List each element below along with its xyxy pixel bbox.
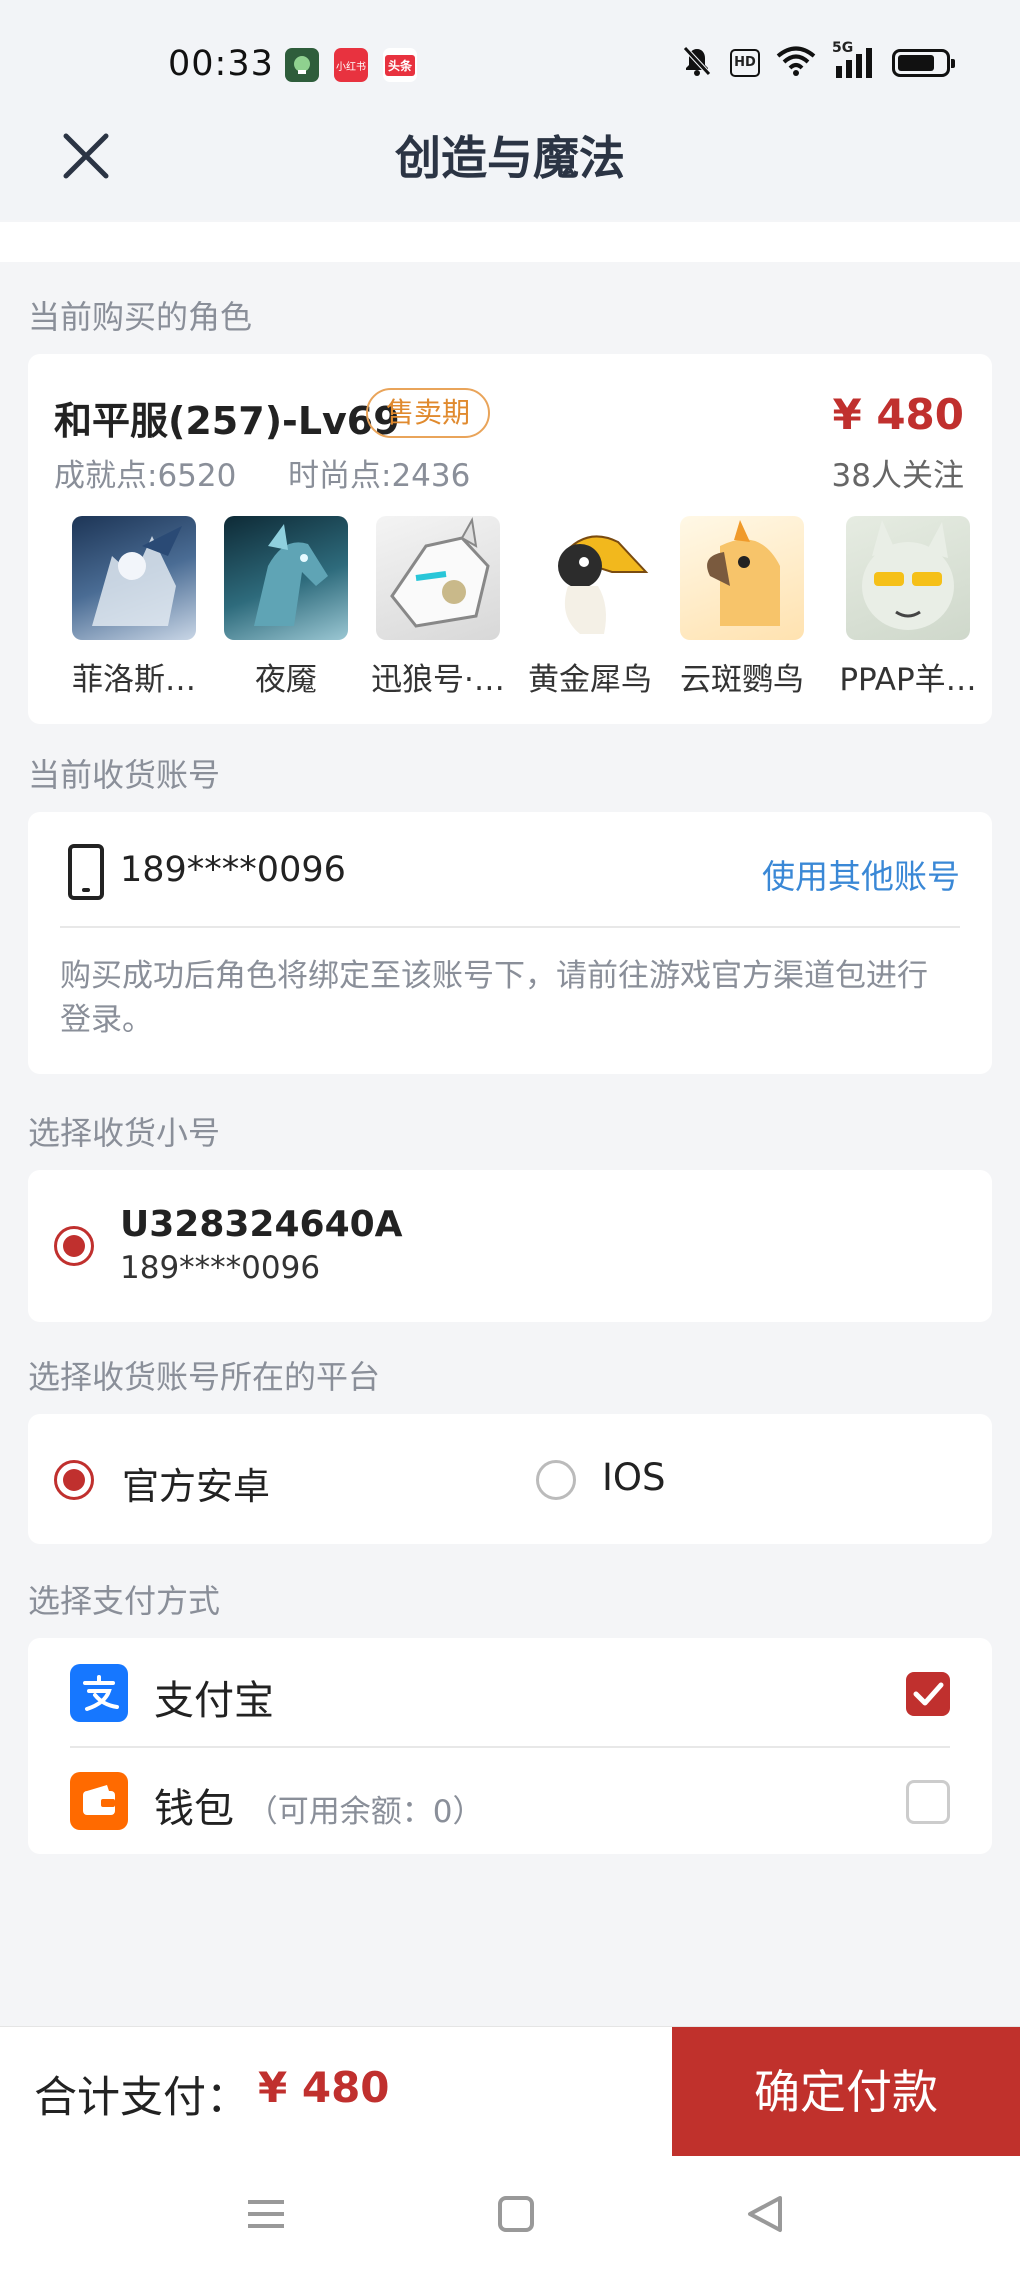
platform-label-ios[interactable]: IOS [602,1456,666,1499]
pet-list: 菲洛斯… 夜魇 迅狼号·… 黄金犀鸟 云斑鹦鸟 PPAP羊… [28,516,992,699]
payment-label: 钱包 （可用余额：0） [154,1786,484,1832]
wallet-icon [70,1772,128,1830]
platform-radio-ios[interactable] [536,1460,576,1500]
home-icon [498,2196,534,2232]
wolf-icon [376,516,500,640]
follower-count: 38人关注 [831,458,964,494]
page-title: 创造与魔法 [395,131,625,185]
section-label-sub-account: 选择收货小号 [28,1114,221,1152]
payment-option-wallet[interactable]: 钱包 （可用余额：0） [28,1748,992,1854]
status-bar: 00:33 小红书 头条 HD 5G [0,0,1020,120]
section-label-account: 当前收货账号 [28,756,221,794]
account-number: 189****0096 [120,850,346,890]
pet-item[interactable]: 云斑鹦鸟 [666,516,818,699]
use-other-account-link[interactable]: 使用其他账号 [762,850,960,898]
sub-account-card[interactable]: U328324640A 189****0096 [28,1170,992,1322]
title-bar: 创造与魔法 [0,120,1020,220]
sub-account-id: U328324640A [120,1204,403,1245]
section-label-payment: 选择支付方式 [28,1582,221,1620]
total-amount: ¥ 480 [258,2063,390,2112]
hd-icon: HD [730,49,760,77]
battery-icon [892,49,955,77]
back-button[interactable] [736,2184,796,2244]
status-badge: 售卖期 [366,388,491,438]
header-divider [0,222,1020,262]
alipay-icon [70,1664,128,1722]
payment-option-alipay[interactable]: 支付宝 [28,1638,992,1746]
checkout-footer: 合计支付： ¥ 480 确定付款 [0,2026,1020,2157]
signal-icon: 5G [832,40,876,80]
achievement-points: 成就点:6520 [54,458,237,494]
pet-name: 黄金犀鸟 [528,662,652,698]
system-nav-bar [0,2156,1020,2278]
platform-radio-android[interactable] [54,1460,94,1500]
home-button[interactable] [486,2184,546,2244]
close-icon [63,133,109,179]
sub-account-radio[interactable] [54,1226,94,1266]
pet-item[interactable]: 迅狼号·… [362,516,514,699]
pet-name: 迅狼号·… [371,662,505,698]
pet-item[interactable]: 黄金犀鸟 [514,516,666,699]
divider [60,926,960,928]
account-card: 189****0096 使用其他账号 购买成功后角色将绑定至该账号下，请前往游戏… [28,812,992,1074]
binding-notice: 购买成功后角色将绑定至该账号下，请前往游戏官方渠道包进行登录。 [60,958,928,1038]
pet-item[interactable]: 菲洛斯… [58,516,210,699]
payment-card: 支付宝 钱包 （可用余额：0） [28,1638,992,1854]
pet-name: 云斑鹦鸟 [680,662,804,698]
system-icons: HD 5G [680,40,955,82]
menu-icon [248,2200,284,2228]
wifi-icon [776,45,816,81]
pet-item[interactable]: PPAP羊… [818,516,998,699]
payment-label: 支付宝 [154,1678,274,1724]
total-label: 合计支付： [34,2073,249,2123]
platform-label-android[interactable]: 官方安卓 [122,1456,270,1510]
role-card[interactable]: 和平服(257)-Lv69 售卖期 ¥ 480 成就点:6520 时尚点:243… [28,354,992,724]
pet-name: 夜魇 [255,662,317,698]
mute-icon [680,44,714,82]
sheep-icon [846,516,970,640]
close-button[interactable] [58,120,114,179]
role-name: 和平服(257)-Lv69 [54,399,400,443]
alipay-checkbox[interactable] [906,1672,950,1716]
sub-account-phone: 189****0096 [120,1250,321,1286]
fashion-points: 时尚点:2436 [288,458,471,494]
back-icon [748,2196,782,2232]
confirm-payment-button[interactable]: 确定付款 [672,2027,1020,2157]
check-icon [913,1682,944,1706]
menu-button[interactable] [236,2184,296,2244]
phone-icon [68,844,104,900]
parrot-icon [680,516,804,640]
wallet-checkbox[interactable] [906,1780,950,1824]
dragon-rider-icon [72,516,196,640]
section-label-role: 当前购买的角色 [28,298,253,336]
hornbill-icon [528,516,652,640]
pet-item[interactable]: 夜魇 [210,516,362,699]
security-app-icon [285,48,319,82]
clock: 00:33 [168,44,274,84]
section-label-platform: 选择收货账号所在的平台 [28,1358,381,1396]
role-price: ¥ 480 [832,390,964,439]
toutiao-icon: 头条 [383,48,417,82]
pet-name: PPAP羊… [839,662,977,698]
horse-icon [224,516,348,640]
platform-card: 官方安卓 IOS [28,1414,992,1544]
pet-name: 菲洛斯… [72,662,196,698]
xiaohongshu-icon: 小红书 [334,48,368,82]
